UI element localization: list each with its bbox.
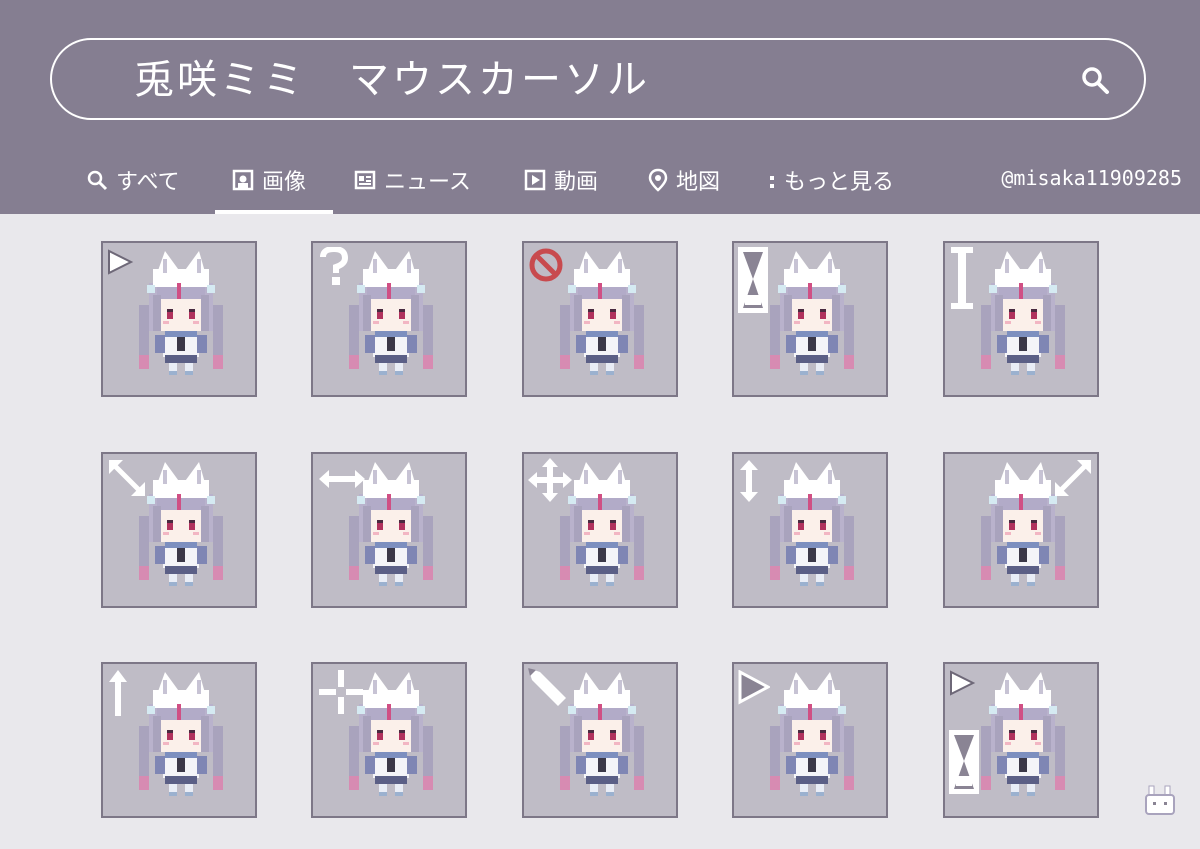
tab-more[interactable]: もっと見る [768, 160, 894, 200]
tab-label: ニュース [384, 170, 471, 195]
play-icon [524, 169, 546, 191]
link-select-cursor-icon [738, 670, 770, 705]
vertical-resize-cursor-icon [740, 460, 758, 502]
cursor-tile-help[interactable] [311, 241, 467, 397]
tab-label: もっと見る [784, 170, 895, 195]
diagonal-resize-cursor-icon [109, 460, 145, 496]
help-cursor-icon [320, 247, 349, 285]
text-select-cursor-icon [951, 247, 973, 309]
tab-label: 動画 [554, 170, 599, 195]
more-icon [770, 176, 774, 188]
arrow-cursor-icon [950, 670, 976, 696]
cursor-tile-working[interactable] [943, 662, 1099, 818]
search-input[interactable]: 兎咲ミミ マウスカーソル [134, 54, 650, 106]
horizontal-resize-cursor-icon [319, 470, 365, 488]
move-cursor-icon [528, 458, 572, 502]
handwriting-cursor-icon [528, 668, 566, 706]
cursor-tile-alternate[interactable] [101, 662, 257, 818]
tab-news[interactable]: ニュース [354, 160, 471, 200]
precision-cursor-icon [319, 670, 363, 714]
image-icon [232, 169, 254, 191]
cursor-tile-diagonal-resize-alt[interactable] [943, 452, 1099, 608]
cursor-tile-precision[interactable] [311, 662, 467, 818]
busy-hourglass-cursor-icon [738, 247, 768, 313]
bunny-logo-icon [1145, 785, 1175, 815]
cursor-tile-diagonal-resize[interactable] [101, 452, 257, 608]
tab-label: 地図 [676, 170, 721, 195]
news-icon [354, 170, 376, 190]
tab-all[interactable]: すべて [86, 160, 180, 200]
cursor-tile-handwriting[interactable] [522, 662, 678, 818]
search-icon[interactable] [1080, 65, 1110, 95]
cursor-tile-text[interactable] [943, 241, 1099, 397]
unavailable-cursor-icon [529, 248, 563, 282]
cursor-tile-horizontal-resize[interactable] [311, 452, 467, 608]
map-pin-icon [648, 168, 668, 192]
cursor-tile-move[interactable] [522, 452, 678, 608]
search-bar[interactable]: 兎咲ミミ マウスカーソル [50, 38, 1146, 120]
tab-label: すべて [116, 170, 180, 195]
cursor-tile-link[interactable] [732, 662, 888, 818]
active-tab-indicator [215, 210, 333, 214]
diagonal-resize-alt-cursor-icon [1055, 460, 1091, 496]
tab-label: 画像 [262, 170, 307, 195]
cursor-tile-unavailable[interactable] [522, 241, 678, 397]
arrow-cursor-icon [108, 249, 134, 275]
alternate-select-cursor-icon [109, 670, 127, 716]
hourglass-icon [949, 730, 979, 794]
tab-maps[interactable]: 地図 [648, 160, 720, 200]
cursor-tile-busy[interactable] [732, 241, 888, 397]
artist-credit: @misaka11909285 [1001, 166, 1182, 190]
tab-videos[interactable]: 動画 [524, 160, 598, 200]
search-icon [87, 170, 108, 191]
tab-images[interactable]: 画像 [232, 160, 306, 200]
cursor-tile-arrow[interactable] [101, 241, 257, 397]
cursor-tile-vertical-resize[interactable] [732, 452, 888, 608]
